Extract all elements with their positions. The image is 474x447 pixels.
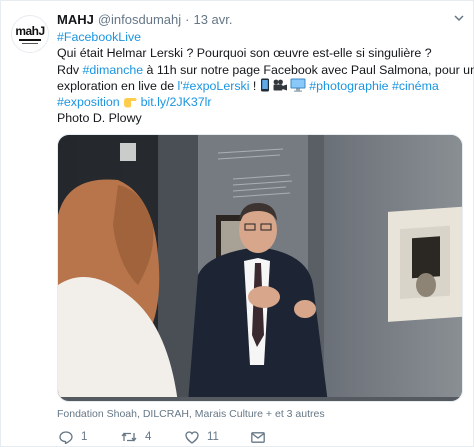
retweet-icon — [121, 432, 137, 442]
header-separator: · — [185, 12, 190, 27]
line-4-bang: ! — [249, 78, 260, 93]
like-button[interactable]: 11 — [185, 429, 219, 445]
tweet-header: MAHJ @infosdumahj · 13 avr. — [57, 10, 465, 29]
pointing-hand-icon — [124, 98, 137, 108]
hashtag-exposition[interactable]: #exposition — [57, 95, 120, 109]
line-3-suffix: à 11h sur notre page Facebook avec Paul … — [143, 62, 474, 77]
tweet-line-5: #exposition bit.ly/2JK37lr — [57, 94, 465, 110]
chevron-down-icon[interactable] — [453, 12, 465, 24]
hashtag-dimanche[interactable]: #dimanche — [82, 63, 143, 77]
reply-icon — [59, 430, 73, 444]
movie-camera-icon — [273, 79, 287, 91]
tweet-line-1: #FacebookLive — [57, 29, 465, 45]
reply-count: 1 — [81, 431, 88, 443]
direct-message-button[interactable] — [251, 429, 273, 445]
desktop-computer-icon — [290, 78, 306, 92]
line-3-prefix: Rdv — [57, 62, 83, 77]
hashtag-photographie[interactable]: #photographie — [309, 79, 388, 93]
tweet-line-6: Photo D. Plowy — [57, 110, 465, 126]
tweet-actions: 1 4 11 — [57, 429, 357, 445]
tagged-users[interactable]: Fondation Shoah, DILCRAH, Marais Culture… — [57, 408, 325, 420]
avatar[interactable]: mahJ — [11, 15, 49, 53]
hashtag-facebooklive[interactable]: #FacebookLive — [57, 30, 141, 44]
like-count: 11 — [207, 431, 219, 443]
reply-button[interactable]: 1 — [59, 429, 87, 445]
retweet-count: 4 — [145, 431, 152, 443]
tweet-text: #FacebookLive Qui était Helmar Lerski ? … — [57, 29, 474, 127]
tweet-card[interactable]: mahJ MAHJ @infosdumahj · 13 avr. #Facebo… — [0, 0, 474, 447]
avatar-logo-underline — [19, 38, 41, 41]
retweet-button[interactable]: 4 — [121, 429, 151, 445]
tweet-line-3: Rdv #dimanche à 11h sur notre page Faceb… — [57, 62, 474, 78]
heart-icon — [185, 430, 199, 444]
author-handle[interactable]: @infosdumahj — [98, 12, 181, 27]
envelope-icon — [251, 431, 265, 443]
short-link[interactable]: bit.ly/2JK37lr — [141, 95, 212, 109]
hashtag-expolerski[interactable]: l'#expoLerski — [178, 79, 250, 93]
line-4-prefix: exploration en live de — [57, 78, 178, 93]
mobile-phone-icon — [260, 78, 269, 92]
author-name[interactable]: MAHJ — [57, 12, 94, 27]
tweet-line-2: Qui était Helmar Lerski ? Pourquoi son œ… — [57, 45, 465, 61]
exhibition-photo — [58, 135, 462, 401]
tweet-line-4: exploration en live de l'#expoLerski ! #… — [57, 78, 465, 94]
tweet-photo[interactable] — [57, 134, 463, 402]
avatar-logo-underline-2 — [22, 42, 38, 44]
tweet-timestamp[interactable]: 13 avr. — [193, 12, 232, 27]
photo-credit: Photo D. Plowy — [57, 111, 142, 126]
tweet-content: MAHJ @infosdumahj · 13 avr. #FacebookLiv… — [57, 10, 474, 127]
avatar-logo-text: mahJ — [15, 23, 45, 38]
tweet-line-2-text: Qui était Helmar Lerski ? Pourquoi son œ… — [57, 46, 432, 61]
hashtag-cinema[interactable]: #cinéma — [392, 79, 439, 93]
